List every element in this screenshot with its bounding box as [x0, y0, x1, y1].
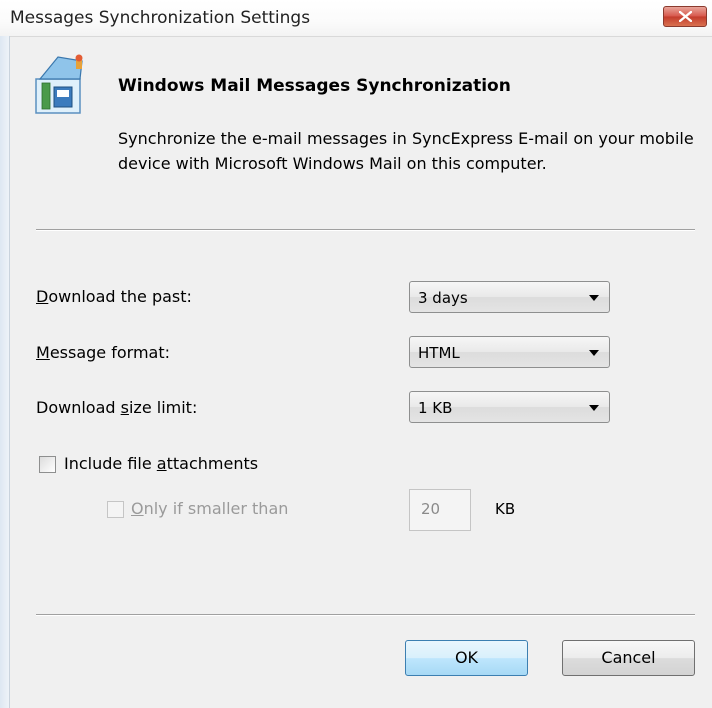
chevron-down-icon [589, 295, 599, 301]
message-format-label: Message format: [36, 343, 170, 362]
close-icon [679, 11, 692, 22]
download-past-label: Download the past: [36, 287, 192, 306]
settings-dialog: Messages Synchronization Settings Window… [0, 0, 712, 708]
attachment-size-input[interactable]: 20 [409, 489, 471, 531]
message-format-dropdown[interactable]: HTML [409, 336, 610, 368]
message-format-value: HTML [418, 344, 460, 362]
window-left-border [0, 36, 10, 708]
windows-mail-icon [35, 54, 83, 114]
separator-top [36, 229, 695, 231]
attachment-size-value: 20 [421, 500, 441, 518]
attachment-size-unit: KB [495, 500, 516, 518]
ok-button[interactable]: OK [405, 640, 528, 676]
download-past-dropdown[interactable]: 3 days [409, 281, 610, 313]
size-limit-dropdown[interactable]: 1 KB [409, 391, 610, 423]
dialog-description: Synchronize the e-mail messages in SyncE… [118, 129, 694, 173]
download-past-value: 3 days [418, 289, 468, 307]
cancel-button[interactable]: Cancel [562, 640, 695, 676]
dialog-heading: Windows Mail Messages Synchronization [118, 76, 511, 96]
chevron-down-icon [589, 405, 599, 411]
title-bar[interactable]: Messages Synchronization Settings [0, 0, 712, 37]
chevron-down-icon [589, 350, 599, 356]
only-if-smaller-label: Only if smaller than [131, 499, 289, 518]
include-attachments-checkbox[interactable] [39, 456, 56, 473]
include-attachments-label[interactable]: Include file attachments [64, 454, 258, 473]
only-if-smaller-checkbox[interactable] [107, 501, 124, 518]
close-button[interactable] [663, 6, 707, 27]
size-limit-value: 1 KB [418, 399, 453, 417]
window-title: Messages Synchronization Settings [10, 8, 311, 28]
size-limit-label: Download size limit: [36, 398, 198, 417]
separator-bottom [36, 614, 695, 616]
